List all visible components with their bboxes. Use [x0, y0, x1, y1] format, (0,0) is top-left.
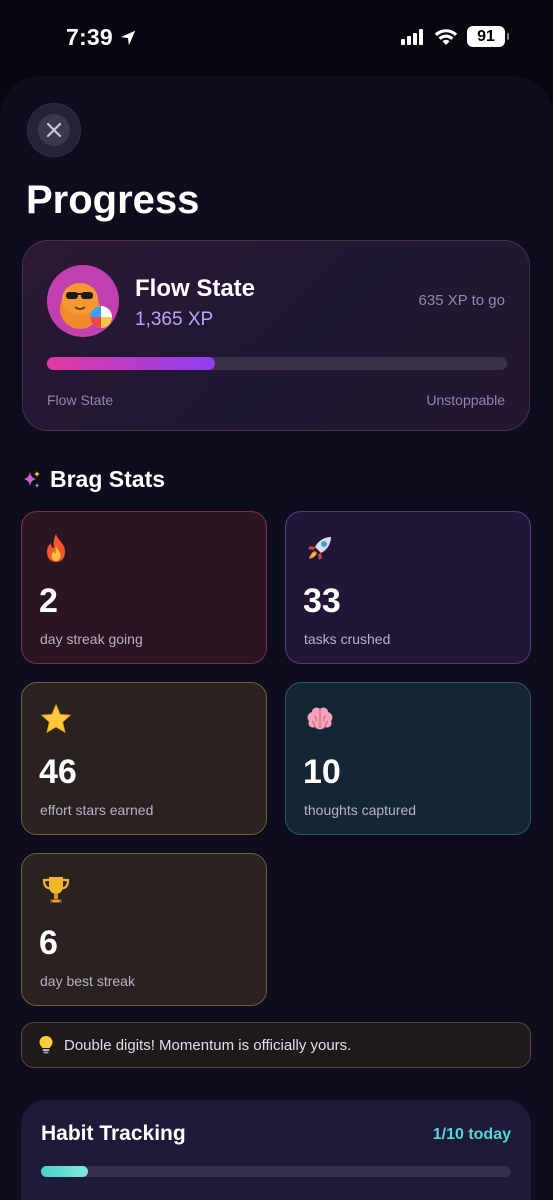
tip-text: Double digits! Momentum is officially yo… [64, 1036, 352, 1054]
mascot-icon [47, 265, 119, 337]
stat-card-best-streak: 6 day best streak [21, 853, 267, 1006]
brag-stats-heading: Brag Stats [22, 466, 165, 493]
progress-sheet: Progress Flow State 1,365 XP 635 XP to g… [0, 76, 553, 1200]
brain-icon [307, 707, 333, 730]
status-bar: 7:39 91 [0, 0, 553, 70]
system-icons: 91 [401, 26, 509, 47]
sparkles-icon [24, 470, 40, 488]
next-level-label: Unstoppable [426, 392, 505, 408]
lightbulb-icon [39, 1036, 53, 1054]
battery-indicator: 91 [467, 26, 509, 47]
habit-tracking-card[interactable]: Habit Tracking 1/10 today [21, 1100, 531, 1200]
stat-card-stars: 46 effort stars earned [21, 682, 267, 835]
level-progress-bar [47, 357, 507, 370]
habit-progress-bar [41, 1166, 511, 1177]
page-title: Progress [26, 178, 200, 222]
current-level-label: Flow State [47, 392, 114, 408]
close-icon [46, 122, 62, 138]
level-card: Flow State 1,365 XP 635 XP to go Flow St… [22, 240, 530, 431]
stat-label: tasks crushed [304, 631, 391, 647]
habit-progress-fill [41, 1166, 88, 1177]
level-name: Flow State [135, 275, 256, 302]
close-button[interactable] [27, 103, 81, 157]
trophy-icon [42, 877, 70, 903]
stat-value: 33 [303, 582, 341, 620]
cellular-signal-icon [401, 28, 423, 45]
rocket-icon [308, 537, 331, 560]
fire-icon [46, 534, 66, 562]
stat-value: 10 [303, 753, 341, 791]
xp-total: 1,365 XP [135, 309, 214, 330]
stat-value: 2 [39, 582, 58, 620]
stat-card-tasks: 33 tasks crushed [285, 511, 531, 664]
stat-label: thoughts captured [304, 802, 417, 818]
stat-label: day streak going [40, 631, 143, 647]
stat-card-streak: 2 day streak going [21, 511, 267, 664]
stat-value: 6 [39, 924, 58, 962]
xp-to-go: 635 XP to go [418, 292, 505, 309]
stat-value: 46 [39, 753, 77, 791]
habit-tracking-title: Habit Tracking [41, 1122, 186, 1145]
tip-banner: Double digits! Momentum is officially yo… [21, 1022, 531, 1068]
habit-count: 1/10 today [432, 1126, 511, 1143]
stat-card-thoughts: 10 thoughts captured [285, 682, 531, 835]
avatar [47, 265, 119, 337]
location-arrow-icon [120, 30, 136, 45]
stat-label: day best streak [40, 973, 135, 989]
stat-label: effort stars earned [40, 802, 154, 818]
star-icon [40, 703, 72, 734]
wifi-icon [434, 28, 458, 45]
clock: 7:39 [66, 24, 137, 51]
level-progress-fill [47, 357, 215, 370]
